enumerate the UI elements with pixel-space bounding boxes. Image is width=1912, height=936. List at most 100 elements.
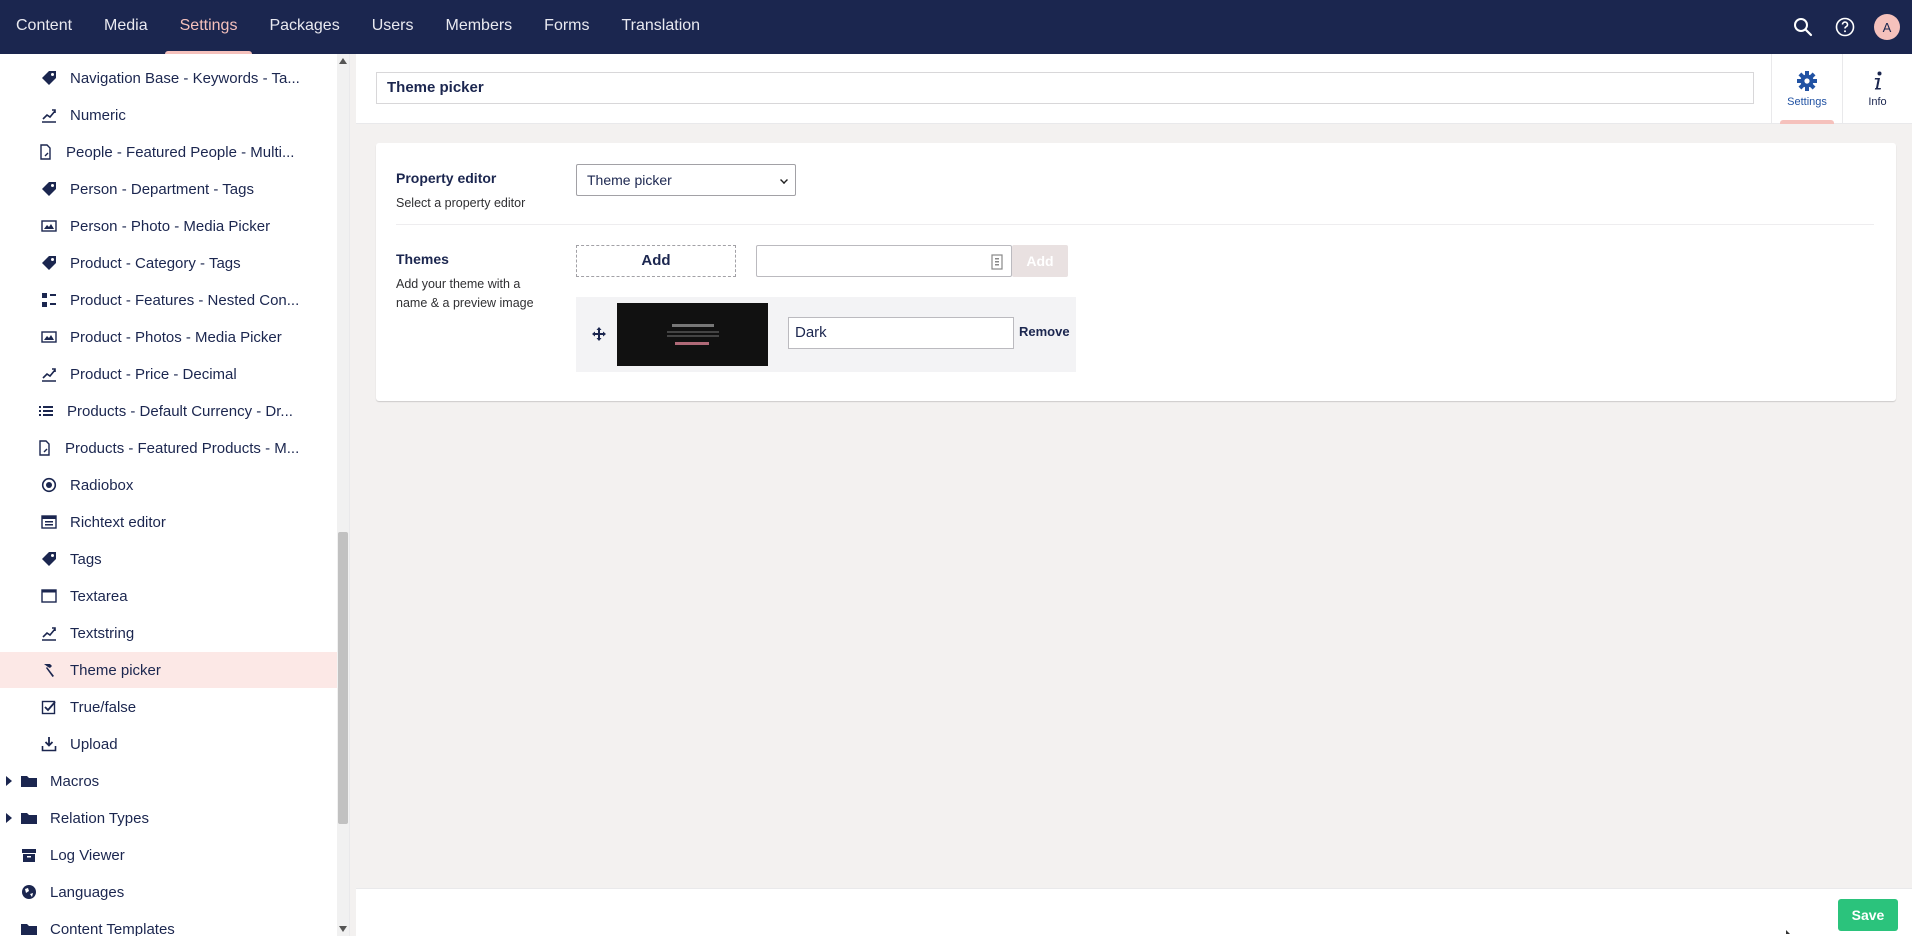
tree-item-numeric[interactable]: Numeric — [0, 97, 338, 133]
tree-item-true-false[interactable]: True/false — [0, 689, 338, 725]
expand-arrow-icon[interactable] — [5, 775, 13, 787]
folder-icon — [20, 772, 38, 790]
tree-item-label: Relation Types — [50, 809, 149, 827]
tree-item-label: Products - Default Currency - Dr... — [67, 402, 293, 420]
tab-translation[interactable]: Translation — [606, 0, 717, 54]
data-type-name-input[interactable]: Theme picker — [376, 72, 1754, 104]
tree-item-label: Product - Price - Decimal — [70, 365, 237, 383]
tree-item-person-photo-media-picker[interactable]: Person - Photo - Media Picker — [0, 208, 338, 244]
tab-media[interactable]: Media — [88, 0, 164, 54]
tab-forms[interactable]: Forms — [528, 0, 605, 54]
gear-icon — [1797, 71, 1817, 91]
tree-item-product-price-decimal[interactable]: Product - Price - Decimal — [0, 356, 338, 392]
tree-item-richtext-editor[interactable]: Richtext editor — [0, 504, 338, 540]
tab-packages[interactable]: Packages — [253, 0, 355, 54]
tree-item-radiobox[interactable]: Radiobox — [0, 467, 338, 503]
tree-item-label: Product - Features - Nested Con... — [70, 291, 300, 309]
tree-item-label: Person - Department - Tags — [70, 180, 254, 198]
tag-icon — [40, 180, 58, 198]
property-editor-label: Property editor — [396, 170, 497, 186]
select-value: Theme picker — [587, 172, 672, 188]
tree-item-label: People - Featured People - Multi... — [66, 143, 295, 161]
tree-item-macros[interactable]: Macros — [0, 763, 338, 799]
property-editor-select[interactable]: Theme picker — [576, 164, 796, 196]
checkbox-icon — [40, 698, 58, 716]
tree-item-label: Content Templates — [50, 920, 175, 936]
user-avatar[interactable]: A — [1874, 14, 1900, 40]
tree-item-products-featured-products[interactable]: Products - Featured Products - M... — [0, 430, 338, 466]
tree-item-label: Textarea — [70, 587, 128, 605]
tree-item-label: Product - Category - Tags — [70, 254, 241, 272]
tab-content[interactable]: Content — [0, 0, 88, 54]
tree-item-textarea[interactable]: Textarea — [0, 578, 338, 614]
tree-item-product-photos-media-picker[interactable]: Product - Photos - Media Picker — [0, 319, 338, 355]
tree-item-label: Languages — [50, 883, 125, 901]
expand-arrow-icon[interactable] — [5, 812, 13, 824]
folder-icon — [20, 809, 38, 827]
app-label: Settings — [1787, 96, 1827, 108]
chart-line-icon — [40, 624, 58, 642]
info-icon — [1874, 71, 1881, 90]
top-tools: A — [1790, 0, 1900, 54]
tree-item-navigation-base-keywords[interactable]: Navigation Base - Keywords - Ta... — [0, 60, 338, 96]
top-navigation-bar: Content Media Settings Packages Users Me… — [0, 0, 1912, 54]
tree-item-label: Log Viewer — [50, 846, 125, 864]
tree-item-label: Products - Featured Products - M... — [65, 439, 300, 457]
tree-item-theme-picker[interactable]: Theme picker — [0, 652, 338, 688]
sidebar-scrollbar[interactable] — [337, 54, 349, 936]
theme-name-input[interactable]: Dark — [788, 317, 1014, 349]
editor-apps: Settings Info — [1771, 54, 1912, 124]
move-icon[interactable] — [592, 327, 606, 341]
tree-item-person-department-tags[interactable]: Person - Department - Tags — [0, 171, 338, 207]
tab-settings[interactable]: Settings — [164, 0, 254, 54]
chevron-down-icon — [780, 176, 788, 184]
tree-item-product-category-tags[interactable]: Product - Category - Tags — [0, 245, 338, 281]
scroll-down-arrow-icon[interactable] — [339, 926, 347, 932]
property-editor-description: Select a property editor — [396, 196, 526, 210]
tree-item-tags[interactable]: Tags — [0, 541, 338, 577]
divider — [396, 224, 1874, 225]
tag-icon — [40, 69, 58, 87]
editor-header: Theme picker Settings Info — [356, 54, 1912, 124]
document-link-icon — [35, 439, 53, 457]
file-icon — [991, 254, 1003, 270]
picture-icon — [40, 328, 58, 346]
search-icon[interactable] — [1790, 14, 1816, 40]
tree-item-textstring[interactable]: Textstring — [0, 615, 338, 651]
tree-item-log-viewer[interactable]: Log Viewer — [0, 837, 338, 873]
add-theme-button[interactable]: Add — [576, 245, 736, 277]
tab-users[interactable]: Users — [356, 0, 430, 54]
tree-item-content-templates[interactable]: Content Templates — [0, 911, 338, 936]
tree-item-relation-types[interactable]: Relation Types — [0, 800, 338, 836]
remove-theme-button[interactable]: Remove — [1019, 324, 1070, 339]
mouse-cursor-icon — [1786, 930, 1790, 934]
tree-item-products-default-currency[interactable]: Products - Default Currency - Dr... — [0, 393, 338, 429]
list-icon — [37, 402, 55, 420]
scrollbar-thumb[interactable] — [338, 532, 348, 824]
tree-item-people-featured-people[interactable]: People - Featured People - Multi... — [0, 134, 338, 170]
chart-line-icon — [40, 365, 58, 383]
tree-item-upload[interactable]: Upload — [0, 726, 338, 762]
add-image-button[interactable]: Add — [1012, 245, 1068, 277]
tree-item-label: Upload — [70, 735, 118, 753]
chart-line-icon — [40, 106, 58, 124]
tree-item-label: Tags — [70, 550, 102, 568]
themes-label: Themes — [396, 251, 449, 267]
tree-item-product-features-nested-content[interactable]: Product - Features - Nested Con... — [0, 282, 338, 318]
app-info[interactable]: Info — [1842, 54, 1912, 124]
tag-icon — [40, 550, 58, 568]
scroll-up-arrow-icon[interactable] — [339, 58, 347, 64]
app-settings[interactable]: Settings — [1772, 54, 1842, 124]
window-icon — [40, 587, 58, 605]
settings-panel: Property editor Select a property editor… — [376, 143, 1896, 401]
app-label: Info — [1868, 96, 1887, 108]
theme-image-input[interactable] — [756, 245, 1012, 277]
save-button[interactable]: Save — [1838, 899, 1898, 931]
document-link-icon — [36, 143, 54, 161]
help-icon[interactable] — [1832, 14, 1858, 40]
tab-members[interactable]: Members — [429, 0, 528, 54]
globe-icon — [20, 883, 38, 901]
hammer-icon — [40, 661, 58, 679]
editor-footer: Save — [356, 888, 1912, 936]
tree-item-languages[interactable]: Languages — [0, 874, 338, 910]
